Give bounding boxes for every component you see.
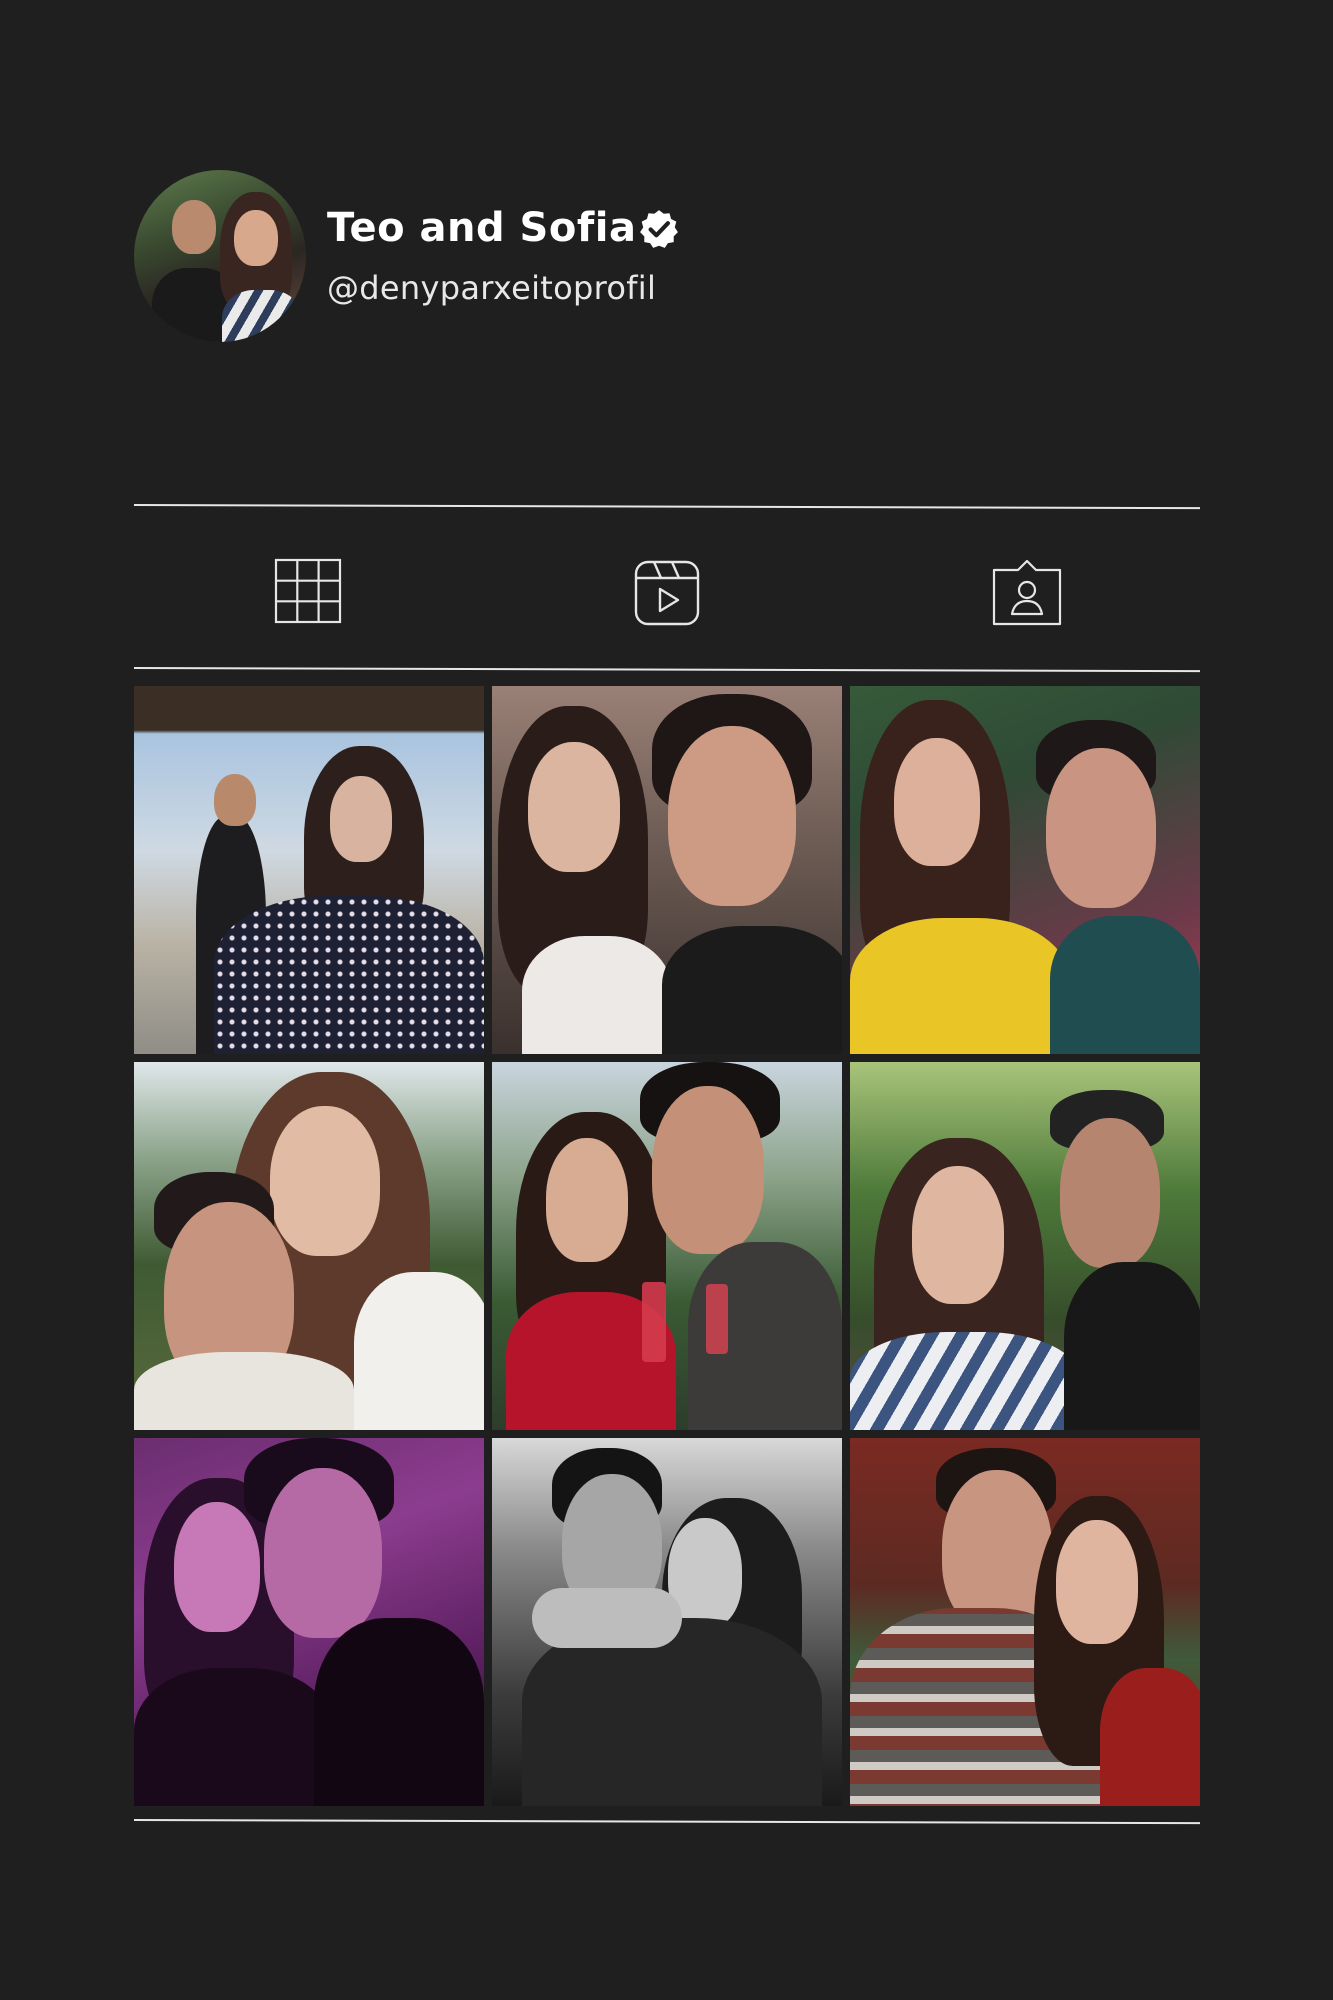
post-thumbnail[interactable] [134,1438,484,1806]
divider-middle [133,667,1200,673]
reels-icon [634,560,700,626]
avatar-person-2-face [234,210,278,266]
avatar-person-2-body [222,290,302,342]
post-thumbnail[interactable] [492,686,842,1054]
avatar-person-1-face [172,200,216,254]
post-thumbnail[interactable] [850,1438,1200,1806]
divider-bottom [133,1819,1200,1825]
profile-display-name: Teo and Sofia [327,205,637,251]
divider-top [133,504,1200,510]
post-thumbnail[interactable] [492,1062,842,1430]
tab-reels[interactable] [630,556,704,628]
post-thumbnail[interactable] [134,1062,484,1430]
profile-handle: @denyparxeitoprofil [327,269,657,307]
tagged-user-icon [992,559,1062,626]
profile-header: Teo and Sofia @denyparxeitoprofil [134,170,1194,345]
post-thumbnail[interactable] [850,686,1200,1054]
profile-avatar[interactable] [134,170,306,342]
tab-tagged[interactable] [990,556,1064,628]
photo-grid [134,686,1200,1808]
post-thumbnail[interactable] [850,1062,1200,1430]
grid-icon [274,558,342,624]
verified-badge-icon [640,210,678,248]
tab-posts[interactable] [272,556,346,628]
post-thumbnail[interactable] [492,1438,842,1806]
post-thumbnail[interactable] [134,686,484,1054]
